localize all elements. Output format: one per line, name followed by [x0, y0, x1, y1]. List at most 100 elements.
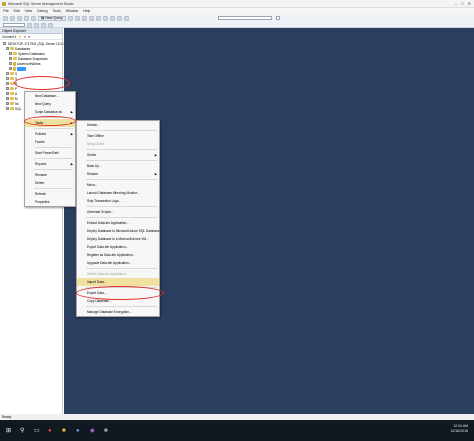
mdx-query-icon[interactable]: [74, 15, 80, 21]
stop-icon[interactable]: [41, 22, 46, 28]
new-query-button[interactable]: ▤ New Query: [38, 15, 66, 21]
opera-icon[interactable]: ●: [48, 428, 54, 434]
redo-icon[interactable]: [123, 15, 129, 21]
expand-icon[interactable]: +: [3, 42, 6, 45]
menu-item[interactable]: Shrink ▶: [77, 151, 159, 159]
menu-view[interactable]: View: [25, 9, 33, 13]
menu-item[interactable]: Take Offline: [77, 132, 159, 140]
expand-icon[interactable]: +: [6, 82, 9, 85]
expand-icon[interactable]: +: [6, 92, 9, 95]
db-query-icon[interactable]: [67, 15, 73, 21]
menu-item[interactable]: Start PowerShell: [25, 149, 75, 157]
task-view-icon[interactable]: ▭: [34, 428, 40, 434]
menu-item[interactable]: Upgrade Data-tier Application...: [77, 259, 159, 267]
menu-tools[interactable]: Tools: [53, 9, 61, 13]
copy-icon[interactable]: [102, 15, 108, 21]
save-icon[interactable]: [31, 15, 36, 21]
search-icon[interactable]: ⚲: [20, 428, 26, 434]
debug-icon[interactable]: [34, 22, 39, 28]
menu-item[interactable]: Script Database as ▶: [25, 108, 75, 116]
cut-icon[interactable]: [95, 15, 101, 21]
expand-icon[interactable]: +: [6, 47, 9, 50]
menu-item[interactable]: Export Data-tier Application...: [77, 243, 159, 251]
menu-file[interactable]: File: [3, 9, 9, 13]
menu-item[interactable]: Import Data...: [77, 278, 159, 286]
menu-item-label: Manage Database Encryption...: [87, 310, 132, 314]
expand-icon[interactable]: +: [9, 62, 12, 65]
menu-item[interactable]: Manage Database Encryption...: [77, 308, 159, 316]
menu-item[interactable]: Back Up...: [77, 162, 159, 170]
system-clock[interactable]: 12:04 AM 12/18/2016: [450, 424, 468, 434]
expand-icon[interactable]: +: [6, 87, 9, 90]
database-dropdown[interactable]: [3, 23, 25, 27]
menu-item[interactable]: New Query: [25, 100, 75, 108]
paste-icon[interactable]: [109, 15, 115, 21]
expand-icon[interactable]: +: [6, 77, 9, 80]
menu-edit[interactable]: Edit: [14, 9, 20, 13]
menu-separator: [86, 179, 157, 180]
expand-icon[interactable]: +: [9, 52, 12, 55]
menu-separator: [86, 149, 157, 150]
expand-icon[interactable]: +: [9, 57, 12, 60]
new-project-icon[interactable]: [17, 15, 22, 21]
connect-button[interactable]: Connect ▾: [2, 35, 16, 39]
edge-icon[interactable]: ●: [76, 428, 82, 434]
find-icon[interactable]: [276, 16, 280, 20]
open-file-icon[interactable]: [24, 15, 29, 21]
menu-item[interactable]: Restore ▶: [77, 170, 159, 178]
back-icon[interactable]: [3, 15, 8, 21]
menu-item[interactable]: Bring Online: [77, 140, 159, 148]
parse-icon[interactable]: [48, 22, 53, 28]
menu-item[interactable]: Mirror...: [77, 181, 159, 189]
submenu-arrow-icon: ▶: [70, 162, 73, 166]
ssms-app-icon: [2, 2, 6, 6]
expand-icon[interactable]: +: [6, 97, 9, 100]
forward-icon[interactable]: [10, 15, 15, 21]
tree-item[interactable]: + DESKTOP-1717941 (SQL Server 13.0.4001: [0, 41, 70, 46]
menu-item[interactable]: Reports ▶: [25, 160, 75, 168]
menu-item[interactable]: Policies ▶: [25, 130, 75, 138]
menu-item[interactable]: Generate Scripts...: [77, 208, 159, 216]
expand-icon[interactable]: +: [6, 72, 9, 75]
ssms-taskbar-icon[interactable]: ■: [104, 428, 110, 434]
refresh-icon[interactable]: ↻: [28, 35, 31, 39]
menu-item[interactable]: Launch Database Mirroring Monitor...: [77, 189, 159, 197]
tree-item-label: M: [15, 96, 18, 101]
expand-icon[interactable]: +: [6, 107, 9, 110]
close-button[interactable]: ✕: [468, 1, 471, 6]
menu-item[interactable]: Detach...: [77, 121, 159, 129]
visual-studio-icon[interactable]: ◆: [90, 428, 96, 434]
minimize-button[interactable]: –: [455, 1, 457, 6]
menu-item[interactable]: Rename: [25, 171, 75, 179]
menu-item[interactable]: Register as Data-tier Application...: [77, 251, 159, 259]
menu-item[interactable]: Extract Data-tier Application...: [77, 219, 159, 227]
xmla-query-icon[interactable]: [88, 15, 94, 21]
menu-help[interactable]: Help: [83, 9, 90, 13]
menu-item[interactable]: Delete Data-tier Application...: [77, 270, 159, 278]
menu-item[interactable]: Delete: [25, 179, 75, 187]
menu-separator: [34, 128, 73, 129]
menu-item[interactable]: New Database...: [25, 92, 75, 100]
menu-item[interactable]: Properties: [25, 198, 75, 206]
filter-icon[interactable]: ▾: [24, 35, 26, 39]
connect-icon[interactable]: ⚡: [18, 35, 22, 39]
maximize-button[interactable]: □: [461, 1, 463, 6]
undo-icon[interactable]: [116, 15, 122, 21]
execute-icon[interactable]: [27, 22, 32, 28]
file-explorer-icon[interactable]: ■: [62, 428, 68, 434]
dmx-query-icon[interactable]: [81, 15, 87, 21]
menu-item[interactable]: Facets: [25, 138, 75, 146]
folder-icon: [10, 97, 14, 100]
menu-item[interactable]: Deploy Database to a Microsoft Azure VM.…: [77, 235, 159, 243]
expand-icon[interactable]: +: [6, 102, 9, 105]
menu-item[interactable]: Ship Transaction Logs...: [77, 197, 159, 205]
menu-window[interactable]: Window: [66, 9, 78, 13]
submenu-arrow-icon: ▶: [154, 172, 157, 176]
menu-item[interactable]: Deploy Database to Microsoft Azure SQL D…: [77, 227, 162, 235]
windows-start-icon[interactable]: ⊞: [6, 428, 12, 434]
menu-item[interactable]: Refresh: [25, 190, 75, 198]
expand-icon[interactable]: +: [9, 67, 12, 70]
menu-debug[interactable]: Debug: [37, 9, 47, 13]
tree-item-label: AdventureWorks: [17, 61, 41, 66]
solution-config-dropdown[interactable]: [218, 16, 272, 20]
